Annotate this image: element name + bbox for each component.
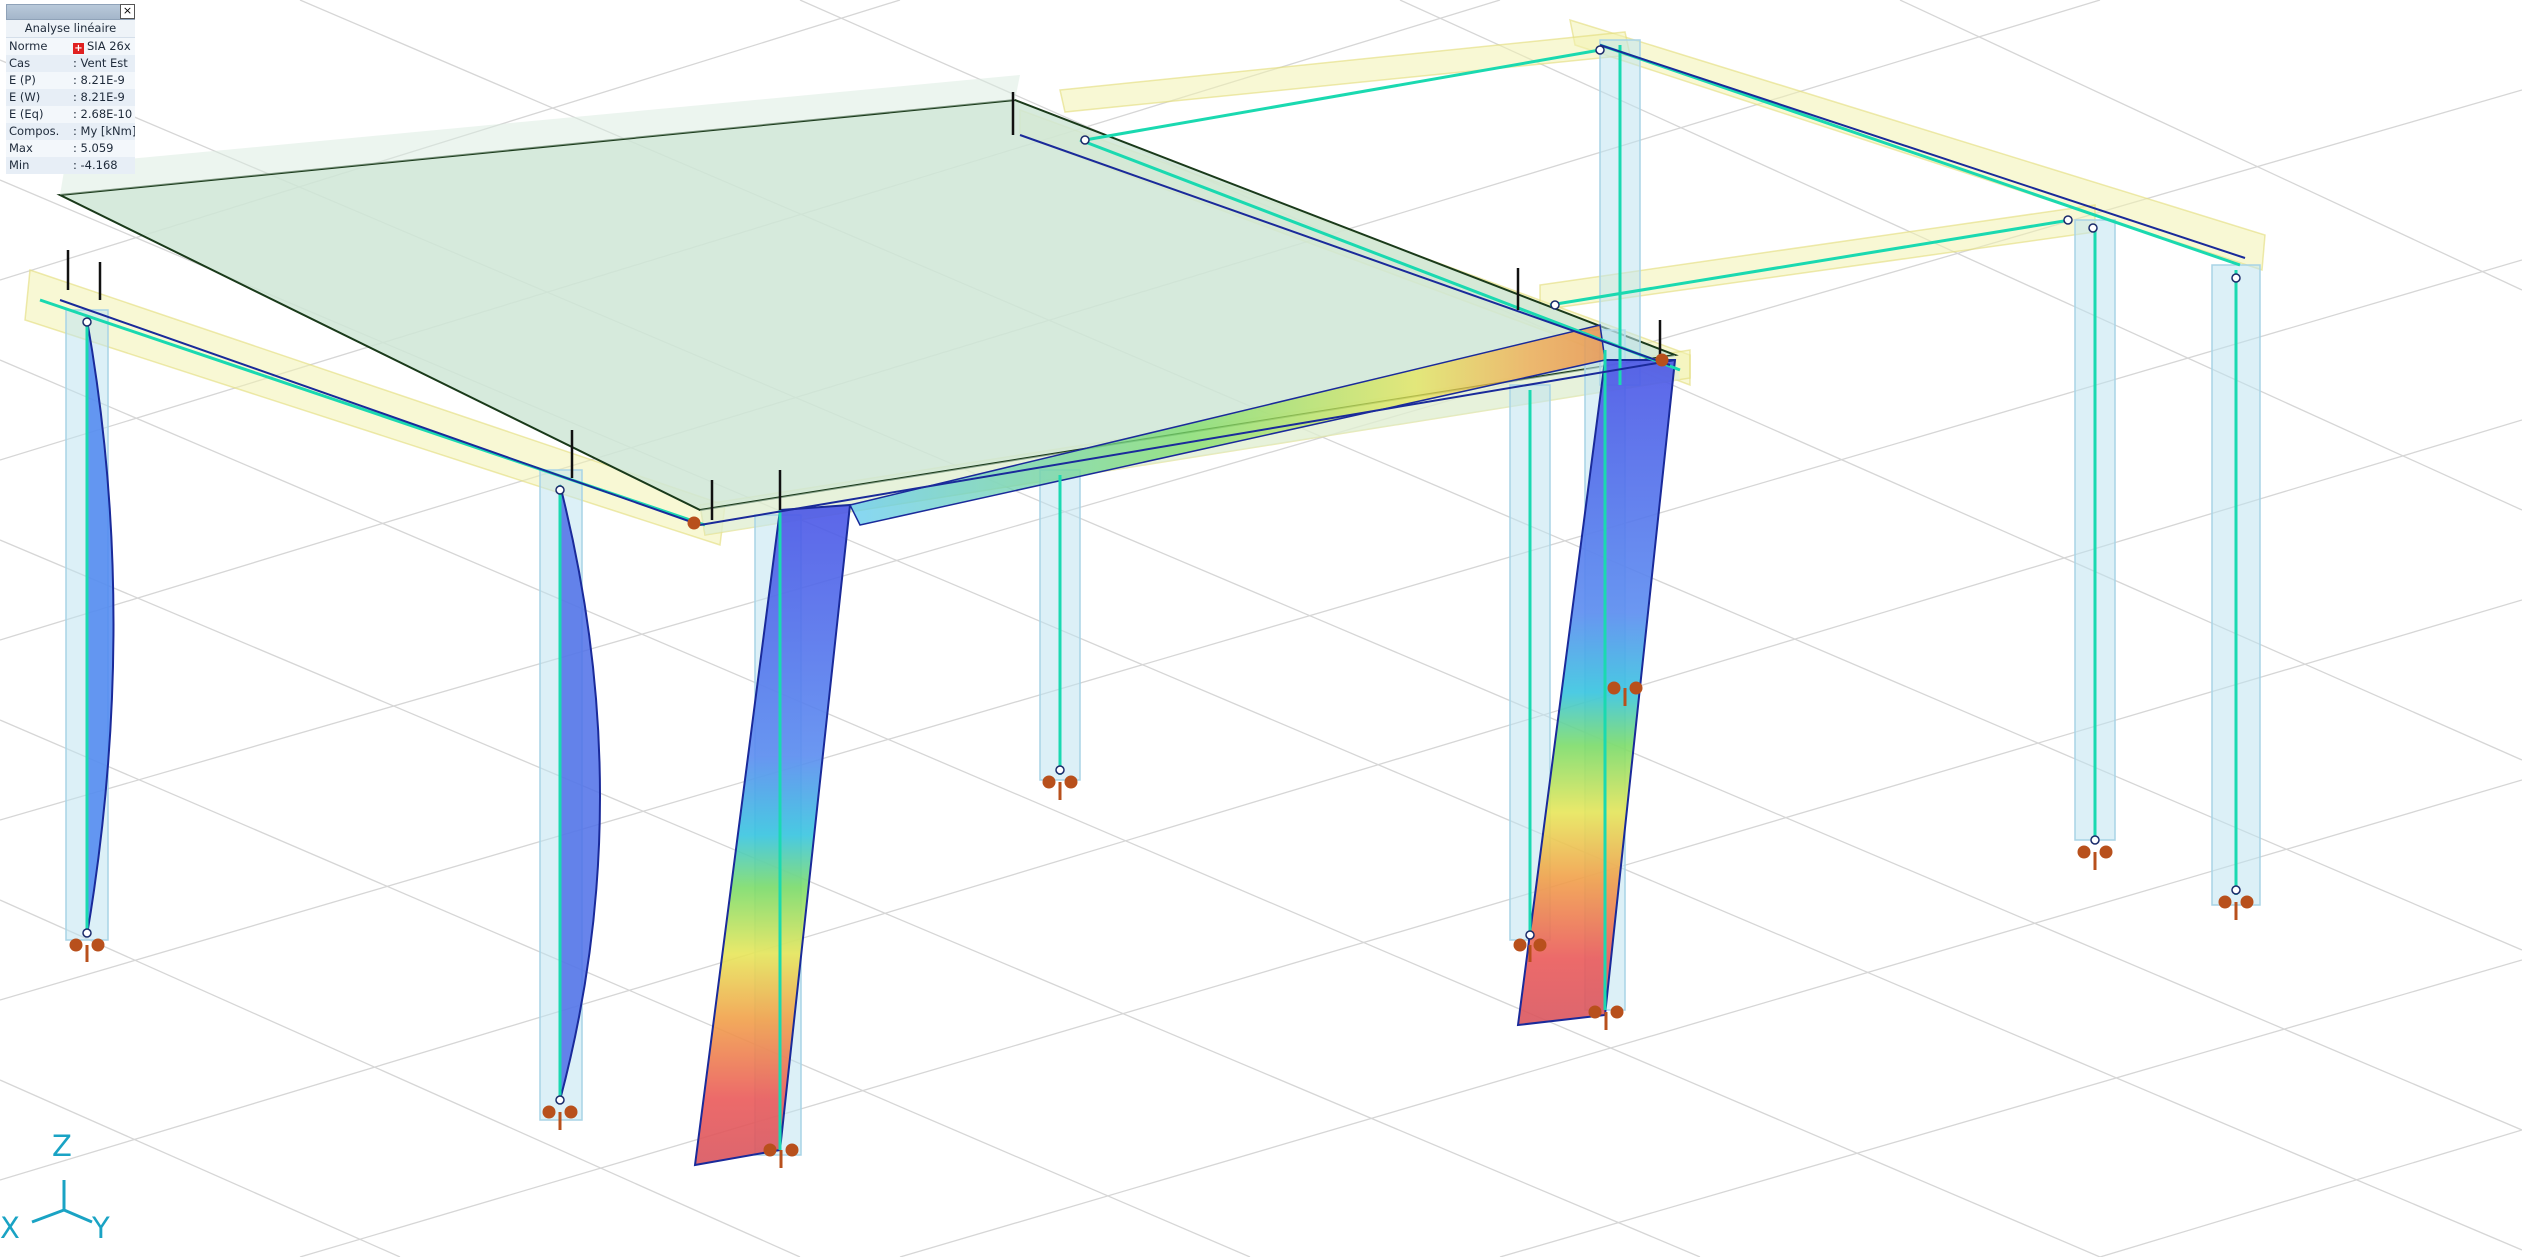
roof-slab [56,75,1680,535]
close-icon[interactable]: × [120,4,135,19]
info-row-value: + SIA 26x [73,38,135,55]
swiss-flag-icon: + [73,43,84,54]
info-row-value-text: SIA 26x [87,39,131,53]
info-row-value-text: : Vent Est [73,56,128,70]
panel-titlebar[interactable]: × [6,4,135,20]
info-rows: Norme + SIA 26x Cas : Vent Est E (P) : 8.21E-9… [6,38,135,174]
info-row: Cas : Vent Est [6,55,135,72]
info-row-key: E (P) [9,73,36,87]
analysis-type-heading: Analyse linéaire [6,20,135,38]
info-row-key: E (W) [9,90,41,104]
info-row-value-text: : 2.68E-10 [73,107,133,121]
info-row: E (P) : 8.21E-9 [6,72,135,89]
axis-z-label: Z [52,1129,72,1163]
info-row-value-text: : 8.21E-9 [73,90,125,104]
info-row-value-text: : 8.21E-9 [73,73,125,87]
info-row-value: : 8.21E-9 [73,89,135,106]
axis-x-label: X [0,1211,20,1245]
axis-triad [31,1180,93,1224]
info-row: Max : 5.059 [6,140,135,157]
info-row-key: E (Eq) [9,107,44,121]
info-row: Norme + SIA 26x [6,38,135,55]
info-row-value: : -4.168 [73,157,135,174]
info-row-value-text: : My [kNm] [73,124,135,138]
info-row-value-text: : 5.059 [73,141,114,155]
info-row: E (W) : 8.21E-9 [6,89,135,106]
info-row-key: Cas [9,56,31,70]
results-info-panel: × Analyse linéaire Norme + SIA 26x Cas : Ven… [6,4,135,174]
info-row-value: : My [kNm] [73,123,135,140]
info-row-key: Norme [9,39,48,53]
info-row-key: Max [9,141,33,155]
info-row-value-text: : -4.168 [73,158,118,172]
3d-viewport[interactable]: Z X Y [0,0,2522,1257]
info-row-value: : 8.21E-9 [73,72,135,89]
support-1 [69,938,105,962]
info-row: Min : -4.168 [6,157,135,174]
info-row-value: : 2.68E-10 [73,106,135,123]
supports [69,353,2254,1168]
support-8 [2077,845,2113,870]
info-row-value: : Vent Est [73,55,135,72]
info-row-key: Min [9,158,30,172]
info-row-value: : 5.059 [73,140,135,157]
info-row: E (Eq) : 2.68E-10 [6,106,135,123]
info-row-key: Compos. [9,124,60,138]
info-row: Compos. : My [kNm] [6,123,135,140]
axis-y-label: Y [91,1211,110,1245]
